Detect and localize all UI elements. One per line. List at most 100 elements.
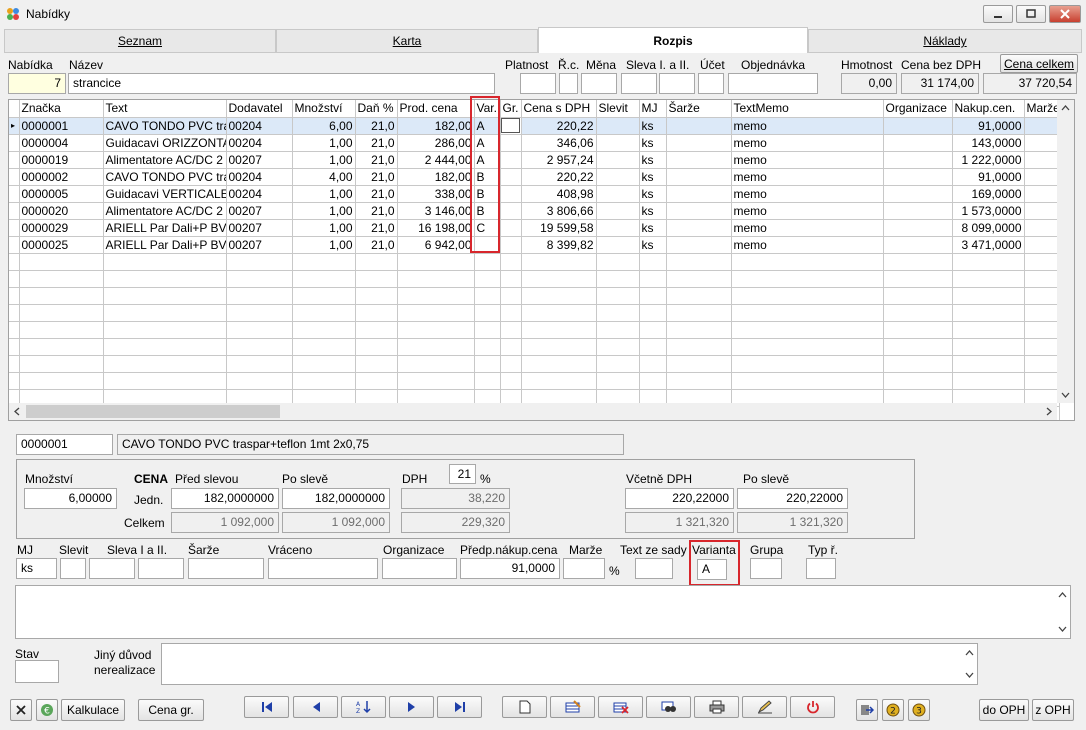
table-cell[interactable]: memo	[731, 134, 884, 152]
table-cell[interactable]	[666, 134, 732, 152]
print-button[interactable]	[694, 696, 739, 718]
table-cell[interactable]: 91,0000	[952, 168, 1025, 186]
table-cell[interactable]	[666, 236, 732, 254]
maximize-button[interactable]	[1016, 5, 1046, 23]
table-cell[interactable]: 00207	[226, 151, 293, 169]
hscroll-thumb[interactable]	[26, 405, 280, 418]
column-header[interactable]: Gr.	[500, 100, 522, 118]
current-row-indicator[interactable]: ▸	[9, 117, 20, 135]
memo-textarea[interactable]	[15, 585, 1071, 639]
row-indicator[interactable]	[9, 151, 20, 169]
column-header[interactable]: Dodavatel	[226, 100, 293, 118]
new-record-button[interactable]	[502, 696, 547, 718]
table-cell[interactable]	[1024, 134, 1060, 152]
jedn-vcetne-field[interactable]: 220,22000	[625, 488, 734, 509]
typ-field[interactable]	[806, 558, 836, 579]
table-cell[interactable]: 21,0	[355, 168, 398, 186]
table-cell[interactable]	[883, 202, 953, 220]
tab-rozpis[interactable]: Rozpis	[538, 27, 808, 53]
sort-button[interactable]: AZ	[341, 696, 386, 718]
platnost-field[interactable]	[520, 73, 556, 94]
table-cell[interactable]: 1,00	[292, 202, 356, 220]
table-cell[interactable]: 1,00	[292, 185, 356, 203]
text-ze-sady-field[interactable]	[635, 558, 673, 579]
tab-karta[interactable]: Karta	[276, 29, 538, 53]
detail-code-field[interactable]: 0000001	[16, 434, 113, 455]
column-header[interactable]: Množství	[292, 100, 356, 118]
mnozstvi-field[interactable]: 6,00000	[24, 488, 117, 509]
table-cell[interactable]: Alimentatore AC/DC 2	[103, 151, 227, 169]
items-grid[interactable]: Značka Text Dodavatel Množství Daň % Prod. ce…	[8, 99, 1075, 421]
scroll-right-icon[interactable]	[1044, 407, 1053, 416]
table-cell[interactable]: 2 957,24	[521, 151, 597, 169]
table-cell[interactable]	[883, 168, 953, 186]
table-cell[interactable]: 220,22	[521, 168, 597, 186]
table-cell[interactable]: memo	[731, 168, 884, 186]
scroll-left-icon[interactable]	[13, 407, 22, 416]
table-cell[interactable]: ks	[639, 236, 667, 254]
table-cell[interactable]: 21,0	[355, 185, 398, 203]
grid-hscrollbar[interactable]	[9, 403, 1057, 420]
rc-field[interactable]	[559, 73, 578, 94]
exit-button[interactable]	[790, 696, 835, 718]
edit-pen-button[interactable]	[742, 696, 787, 718]
table-cell[interactable]: 0000001	[19, 117, 104, 135]
dph-field[interactable]: 21	[449, 464, 476, 484]
table-cell[interactable]	[500, 151, 522, 169]
table-cell[interactable]	[883, 236, 953, 254]
table-cell[interactable]: 286,00	[397, 134, 475, 152]
table-cell[interactable]: 0000019	[19, 151, 104, 169]
table-cell[interactable]	[666, 151, 732, 169]
currency-button[interactable]: €	[36, 699, 58, 721]
kalkulace-button[interactable]: Kalkulace	[61, 699, 125, 721]
table-cell[interactable]: 21,0	[355, 134, 398, 152]
row-indicator[interactable]	[9, 185, 20, 203]
table-cell[interactable]: memo	[731, 219, 884, 237]
table-cell[interactable]: CAVO TONDO PVC tra	[103, 168, 227, 186]
table-cell[interactable]: 182,00	[397, 168, 475, 186]
table-row[interactable]: 0000025 ARIELL Par Dali+P BV 00207 1,00 21,0…	[9, 236, 1060, 254]
table-cell[interactable]: 2 444,00	[397, 151, 475, 169]
table-cell[interactable]	[883, 185, 953, 203]
delete-record-button[interactable]	[598, 696, 643, 718]
variant-3-button[interactable]: 3	[908, 699, 930, 721]
table-cell[interactable]: 6 942,00	[397, 236, 475, 254]
table-cell[interactable]: Alimentatore AC/DC 2	[103, 202, 227, 220]
table-cell[interactable]: 21,0	[355, 117, 398, 135]
table-cell[interactable]: 4,00	[292, 168, 356, 186]
table-row[interactable]: 0000029 ARIELL Par Dali+P BV 00207 1,00 21,0…	[9, 219, 1060, 237]
table-cell[interactable]	[1024, 219, 1060, 237]
column-header[interactable]: Šarže	[666, 100, 732, 118]
row-indicator[interactable]	[9, 168, 20, 186]
table-cell[interactable]: memo	[731, 236, 884, 254]
table-cell[interactable]: 21,0	[355, 219, 398, 237]
predp-field[interactable]: 91,0000	[460, 558, 560, 579]
memo-scroll-up-icon[interactable]	[1058, 591, 1067, 598]
table-cell[interactable]: 91,0000	[952, 117, 1025, 135]
tab-naklady[interactable]: Náklady	[808, 29, 1082, 53]
table-cell[interactable]: 1,00	[292, 134, 356, 152]
table-cell[interactable]	[1024, 185, 1060, 203]
table-cell[interactable]: 8 099,0000	[952, 219, 1025, 237]
table-cell[interactable]: 16 198,00	[397, 219, 475, 237]
table-cell[interactable]: ks	[639, 202, 667, 220]
table-cell[interactable]: 143,0000	[952, 134, 1025, 152]
row-indicator[interactable]	[9, 236, 20, 254]
table-cell[interactable]: ARIELL Par Dali+P BV	[103, 236, 227, 254]
table-row[interactable]: 0000005 Guidacavi VERTICALE 00204 1,00 21,0 3…	[9, 185, 1060, 203]
sarze-field[interactable]	[188, 558, 264, 579]
row-indicator[interactable]	[9, 202, 20, 220]
table-cell[interactable]: ks	[639, 151, 667, 169]
column-header[interactable]: Značka	[19, 100, 104, 118]
table-cell[interactable]	[1024, 151, 1060, 169]
tab-seznam[interactable]: Seznam	[4, 29, 276, 53]
table-cell[interactable]	[666, 202, 732, 220]
first-record-button[interactable]	[244, 696, 289, 718]
table-cell[interactable]	[596, 134, 640, 152]
minimize-button[interactable]	[983, 5, 1013, 23]
table-cell[interactable]: 3 806,66	[521, 202, 597, 220]
nazev-field[interactable]: strancice	[68, 73, 495, 94]
table-cell[interactable]: 00207	[226, 202, 293, 220]
column-header[interactable]: MJ	[639, 100, 667, 118]
column-header[interactable]: Prod. cena	[397, 100, 475, 118]
